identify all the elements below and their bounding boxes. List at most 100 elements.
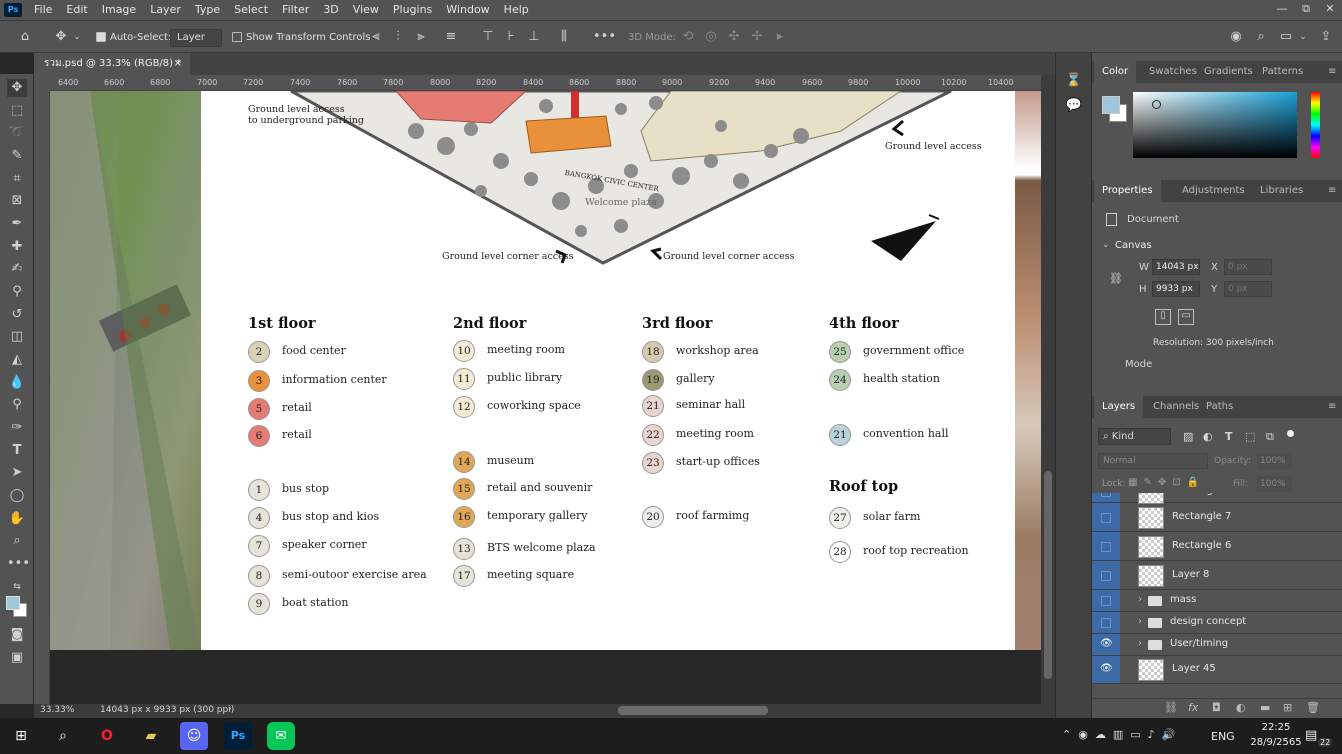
filter-smart-object-icon[interactable]: ⧉ (1266, 430, 1274, 444)
quick-select-tool-icon[interactable]: ✎ (7, 147, 27, 165)
layer-visibility-toggle[interactable] (1092, 532, 1120, 560)
zoom-tool-icon[interactable]: ⌕ (7, 532, 27, 550)
hidden-visibility-box-icon[interactable] (1101, 596, 1111, 606)
frame-tool-icon[interactable]: ⊠ (7, 192, 27, 210)
history-brush-tool-icon[interactable]: ↺ (7, 306, 27, 324)
tab-layers[interactable]: Layers (1094, 396, 1144, 418)
layer-visibility-toggle[interactable] (1092, 590, 1120, 611)
menu-filter[interactable]: Filter (276, 0, 317, 20)
path-selection-tool-icon[interactable]: ➤ (7, 464, 27, 482)
lasso-tool-icon[interactable]: ➰ (7, 124, 27, 142)
distribute-icon[interactable]: ≡ (443, 29, 459, 45)
panel-menu-icon[interactable]: ≡ (1328, 396, 1336, 418)
transform-controls-checkbox[interactable] (232, 32, 242, 42)
fill-field[interactable]: 100% (1257, 476, 1292, 492)
canvas-collapse-icon[interactable]: ⌄ (1102, 240, 1110, 250)
file-explorer-icon[interactable]: ▰ (137, 722, 165, 750)
distribute-vertical-icon[interactable]: ⫼ (556, 29, 572, 45)
align-bottom-icon[interactable]: ⊥ (526, 29, 542, 45)
share-document-icon[interactable]: ⇪ (1318, 29, 1334, 45)
align-middle-icon[interactable]: ⊦ (503, 29, 519, 45)
close-tab-icon[interactable]: × (174, 53, 182, 75)
layer-row[interactable]: › mass (1092, 590, 1342, 612)
status-menu-arrow-icon[interactable]: › (228, 704, 232, 714)
foreground-color-swatch[interactable] (6, 596, 20, 610)
dodge-tool-icon[interactable]: ⚲ (7, 396, 27, 414)
eye-icon[interactable]: 👁 (1100, 638, 1113, 649)
paint-bucket-tool-icon[interactable]: ◭ (7, 351, 27, 369)
filter-type-icon[interactable]: T (1225, 430, 1233, 443)
portrait-orientation-icon[interactable]: ▯ (1155, 309, 1171, 325)
link-dimensions-icon[interactable]: ⛓ (1109, 272, 1123, 285)
menu-plugins[interactable]: Plugins (387, 0, 440, 20)
eye-icon[interactable]: 👁 (1100, 663, 1113, 674)
filter-shape-icon[interactable]: ⬚ (1245, 430, 1255, 443)
lock-options-icons[interactable]: ▦✎✥⊡🔒 (1128, 477, 1205, 488)
document-tab[interactable]: รวม.psd @ 33.3% (RGB/8) * × (34, 53, 190, 75)
tab-gradients[interactable]: Gradients (1204, 61, 1253, 83)
hidden-visibility-box-icon[interactable] (1101, 541, 1111, 552)
layer-name[interactable]: mass (1170, 594, 1196, 605)
layer-row[interactable]: Rectangle 7 (1092, 503, 1342, 532)
group-expand-chevron-icon[interactable]: › (1138, 616, 1142, 627)
horizontal-scroll-thumb[interactable] (618, 706, 768, 715)
edit-toolbar-icon[interactable]: ••• (7, 555, 30, 573)
align-right-icon[interactable]: ⫸ (413, 29, 429, 45)
color-picker-cursor[interactable] (1152, 100, 1161, 109)
layer-name[interactable]: Rectangle 6 (1172, 540, 1231, 551)
type-tool-icon[interactable]: T (7, 442, 27, 460)
tab-color[interactable]: Color (1094, 61, 1137, 83)
hidden-visibility-box-icon[interactable] (1101, 570, 1111, 581)
tab-paths[interactable]: Paths (1206, 396, 1233, 418)
line-app-icon[interactable]: ✉ (267, 722, 295, 750)
filter-pixel-icon[interactable]: ▨ (1183, 430, 1193, 443)
ellipse-tool-icon[interactable]: ◯ (7, 487, 27, 505)
tab-libraries[interactable]: Libraries (1260, 180, 1303, 202)
align-left-icon[interactable]: ⫷ (368, 29, 384, 45)
layer-name[interactable]: Layer 45 (1172, 663, 1216, 674)
group-expand-chevron-icon[interactable]: › (1138, 594, 1142, 605)
fg-color-swatch[interactable] (1102, 96, 1120, 114)
layer-name[interactable]: Rectangle 7 (1172, 511, 1231, 522)
vertical-scroll-thumb[interactable] (1044, 471, 1052, 679)
photoshop-taskbar-icon[interactable]: Ps (224, 722, 252, 750)
screen-mode-icon[interactable]: ▣ (7, 649, 27, 667)
comments-panel-icon[interactable]: 💬 (1065, 98, 1083, 114)
x-field[interactable] (1224, 259, 1272, 275)
width-field[interactable] (1152, 259, 1200, 275)
group-expand-chevron-icon[interactable]: › (1138, 638, 1142, 649)
clock-time[interactable]: 22:25 (1254, 722, 1298, 733)
hue-slider[interactable] (1311, 92, 1320, 158)
tab-patterns[interactable]: Patterns (1262, 61, 1303, 83)
document-canvas[interactable]: Ground level access to underground parki… (201, 91, 1015, 650)
adjustment-layer-icon[interactable]: ◐ (1236, 701, 1246, 714)
eyedropper-tool-icon[interactable]: ✒ (7, 215, 27, 233)
notifications-icon[interactable]: ▤ (1305, 728, 1317, 743)
more-options-icon[interactable]: ••• (593, 29, 616, 45)
search-icon[interactable]: ⌕ (49, 722, 77, 750)
healing-brush-tool-icon[interactable]: ✚ (7, 238, 27, 256)
crop-tool-icon[interactable]: ⌗ (7, 170, 27, 188)
new-layer-icon[interactable]: ⊞ (1283, 701, 1292, 714)
swap-colors-icon[interactable]: ⇆ (7, 578, 27, 596)
workspace-chevron-icon[interactable]: ⌄ (1298, 29, 1308, 45)
tab-channels[interactable]: Channels (1153, 396, 1199, 418)
panel-menu-icon[interactable]: ≡ (1328, 61, 1336, 83)
marquee-tool-icon[interactable]: ⬚ (7, 102, 27, 120)
menu-edit[interactable]: Edit (60, 0, 95, 20)
layer-filter-kind-dropdown[interactable]: ⌕ Kind (1098, 428, 1171, 445)
discord-icon[interactable]: ☺ (180, 722, 208, 750)
restore-button[interactable]: ⧉ (1294, 0, 1318, 20)
layer-visibility-toggle[interactable] (1092, 493, 1120, 502)
tab-swatches[interactable]: Swatches (1149, 61, 1197, 83)
search-icon[interactable]: ⌕ (1253, 29, 1269, 45)
tool-preset-chevron-icon[interactable]: ⌄ (72, 29, 82, 45)
brush-tool-icon[interactable]: ✍ (7, 260, 27, 278)
layer-name[interactable]: Layer 8 (1172, 569, 1209, 580)
layer-name[interactable]: User/timing (1170, 638, 1228, 649)
layer-style-icon[interactable]: fx (1188, 701, 1198, 714)
vertical-scrollbar[interactable] (1041, 75, 1055, 704)
opacity-field[interactable]: 100% (1257, 453, 1292, 469)
close-window-button[interactable]: ✕ (1318, 0, 1342, 20)
hidden-visibility-box-icon[interactable] (1101, 493, 1111, 497)
